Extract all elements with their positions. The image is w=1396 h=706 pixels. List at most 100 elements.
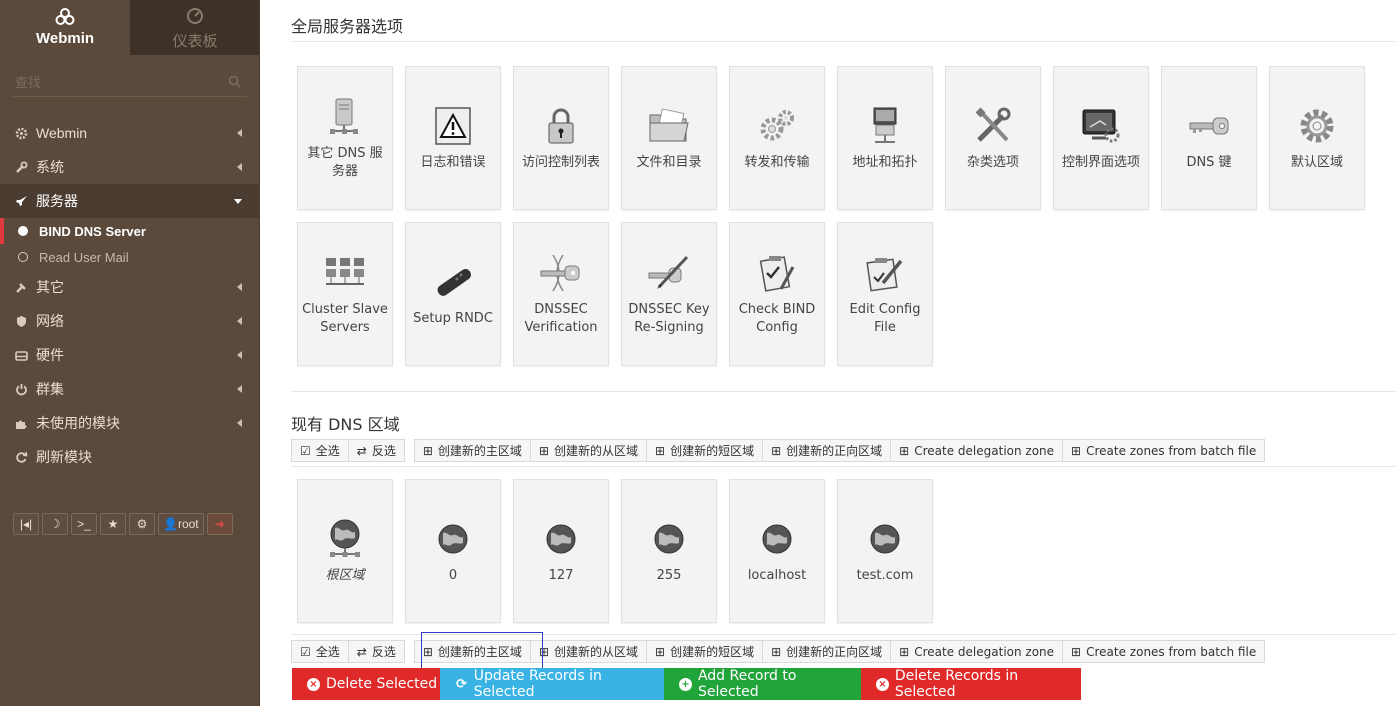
- shield-icon: [15, 315, 28, 328]
- star-icon: ★: [107, 517, 119, 531]
- sidebar-item-label: 未使用的模块: [36, 415, 120, 431]
- sidebar-item-webmin[interactable]: Webmin: [0, 116, 260, 150]
- zone-tile-127[interactable]: 127: [513, 479, 609, 623]
- tab-dashboard[interactable]: 仪表板: [130, 0, 260, 55]
- create-zones-batch-button[interactable]: ⊞ Create zones from batch file: [1062, 439, 1266, 462]
- plus-square-icon: ⊞: [771, 644, 782, 659]
- update-records-button[interactable]: ⟳ Update Records in Selected: [440, 668, 664, 700]
- chevron-left-icon: [237, 351, 242, 359]
- delete-selected-button[interactable]: × Delete Selected: [292, 668, 440, 700]
- sidebar-item-label: 系统: [36, 159, 64, 175]
- check-square-icon: ☑: [300, 443, 311, 458]
- tile-dnssec-key-resigning[interactable]: DNSSEC Key Re-Signing: [621, 222, 717, 366]
- create-forward-zone-button[interactable]: ⊞ 创建新的正向区域: [762, 439, 892, 462]
- zone-tile-test-com[interactable]: test.com: [837, 479, 933, 623]
- create-stub-zone-button[interactable]: ⊞ 创建新的短区域: [646, 439, 764, 462]
- sidebar-item-label: 群集: [36, 381, 64, 397]
- sidebar-item-system[interactable]: 系统: [0, 150, 260, 184]
- select-all-button[interactable]: ☑ 全选: [291, 640, 349, 663]
- create-zones-batch-button[interactable]: ⊞ Create zones from batch file: [1062, 640, 1266, 663]
- tile-default-zones[interactable]: 默认区域: [1269, 66, 1365, 210]
- create-delegation-zone-button[interactable]: ⊞ Create delegation zone: [890, 640, 1064, 663]
- zone-tile-0[interactable]: 0: [405, 479, 501, 623]
- webmin-logo-icon: [0, 7, 130, 27]
- tile-control-interface-options[interactable]: 控制界面选项: [1053, 66, 1149, 210]
- tile-dnssec-verification[interactable]: DNSSEC Verification: [513, 222, 609, 366]
- folder-icon: [647, 104, 691, 148]
- create-forward-zone-button[interactable]: ⊞ 创建新的正向区域: [762, 640, 892, 663]
- invert-selection-button[interactable]: ⇄ 反选: [347, 439, 405, 462]
- warning-icon: [431, 104, 475, 148]
- button-label: Add Record to Selected: [697, 668, 797, 700]
- zone-label: 0: [448, 568, 458, 583]
- tile-other-dns-servers[interactable]: 其它 DNS 服务器: [297, 66, 393, 210]
- night-mode-button[interactable]: ☽: [42, 513, 68, 535]
- key-icon: [1187, 104, 1231, 148]
- sidebar-item-servers[interactable]: 服务器: [0, 184, 260, 218]
- zone-tile-root[interactable]: 根区域: [297, 479, 393, 623]
- tile-access-control-lists[interactable]: 访问控制列表: [513, 66, 609, 210]
- tile-logs-errors[interactable]: 日志和错误: [405, 66, 501, 210]
- theme-config-button[interactable]: ⚙: [129, 513, 155, 535]
- create-stub-zone-button[interactable]: ⊞ 创建新的短区域: [646, 640, 764, 663]
- sidebar-subitem-read-user-mail[interactable]: Read User Mail: [0, 244, 260, 270]
- invert-selection-button[interactable]: ⇄ 反选: [347, 640, 405, 663]
- create-master-zone-button[interactable]: ⊞ 创建新的主区域: [413, 640, 531, 663]
- tile-dns-keys[interactable]: DNS 键: [1161, 66, 1257, 210]
- drive-icon: [15, 349, 28, 362]
- create-slave-zone-button[interactable]: ⊞ 创建新的从区域: [529, 439, 648, 462]
- sidebar-item-refresh-modules[interactable]: 刷新模块: [0, 440, 260, 474]
- logout-icon: ➜: [214, 517, 225, 531]
- cluster-icon: [323, 251, 367, 295]
- add-record-button[interactable]: + Add Record to Selected: [664, 668, 861, 700]
- tile-addresses-topology[interactable]: 地址和拓扑: [837, 66, 933, 210]
- logout-button[interactable]: ➜: [206, 513, 233, 535]
- button-label: 创建新的主区域: [437, 444, 522, 458]
- chevron-left-icon: [237, 317, 242, 325]
- create-slave-zone-button[interactable]: ⊞ 创建新的从区域: [529, 640, 648, 663]
- sidebar-item-cluster[interactable]: 群集: [0, 372, 260, 406]
- x-circle-icon: ×: [876, 677, 889, 691]
- terminal-button[interactable]: >_: [71, 513, 97, 535]
- button-label: 全选: [315, 444, 340, 458]
- sidebar-item-unused-modules[interactable]: 未使用的模块: [0, 406, 260, 440]
- tile-cluster-slave-servers[interactable]: Cluster Slave Servers: [297, 222, 393, 366]
- sidebar-edge: [259, 0, 260, 706]
- favorites-button[interactable]: ★: [100, 513, 126, 535]
- divider: [291, 634, 1396, 635]
- tile-forwarding-transfers[interactable]: 转发和传输: [729, 66, 825, 210]
- sidebar-item-network[interactable]: 网络: [0, 304, 260, 338]
- search-icon[interactable]: [228, 75, 241, 91]
- tile-misc-options[interactable]: 杂类选项: [945, 66, 1041, 210]
- user-button[interactable]: 👤 root: [158, 513, 204, 535]
- existing-zones-title: 现有 DNS 区域: [291, 415, 400, 434]
- sidebar-item-hardware[interactable]: 硬件: [0, 338, 260, 372]
- plus-square-icon: ⊞: [1071, 644, 1082, 659]
- globe-icon: [431, 517, 475, 561]
- radio-empty-icon: [18, 252, 28, 262]
- tile-files-directories[interactable]: 文件和目录: [621, 66, 717, 210]
- sidebar-item-other[interactable]: 其它: [0, 270, 260, 304]
- sidebar-item-label: 硬件: [36, 347, 64, 363]
- delete-records-button[interactable]: × Delete Records in Selected: [861, 668, 1081, 700]
- tab-webmin[interactable]: Webmin: [0, 0, 130, 55]
- plus-square-icon: ⊞: [655, 644, 666, 659]
- create-master-zone-button[interactable]: ⊞ 创建新的主区域: [413, 439, 531, 462]
- select-all-button[interactable]: ☑ 全选: [291, 439, 349, 462]
- collapse-sidebar-button[interactable]: |◂|: [13, 513, 39, 535]
- tile-edit-config-file[interactable]: Edit Config File: [837, 222, 933, 366]
- button-label: 创建新的短区域: [670, 645, 755, 659]
- search-input[interactable]: [13, 69, 247, 95]
- zone-tile-localhost[interactable]: localhost: [729, 479, 825, 623]
- sidebar-tabs: Webmin 仪表板: [0, 0, 260, 55]
- tile-setup-rndc[interactable]: Setup RNDC: [405, 222, 501, 366]
- zone-label: 255: [656, 568, 682, 583]
- tile-label: 转发和传输: [744, 155, 810, 170]
- sidebar-item-label: Webmin: [36, 125, 88, 141]
- sidebar-subitem-bind-dns[interactable]: BIND DNS Server: [0, 218, 260, 244]
- chevron-left-icon: [237, 129, 242, 137]
- monitor-icon: [1079, 104, 1123, 148]
- create-delegation-zone-button[interactable]: ⊞ Create delegation zone: [890, 439, 1064, 462]
- zone-tile-255[interactable]: 255: [621, 479, 717, 623]
- tile-check-bind-config[interactable]: Check BIND Config: [729, 222, 825, 366]
